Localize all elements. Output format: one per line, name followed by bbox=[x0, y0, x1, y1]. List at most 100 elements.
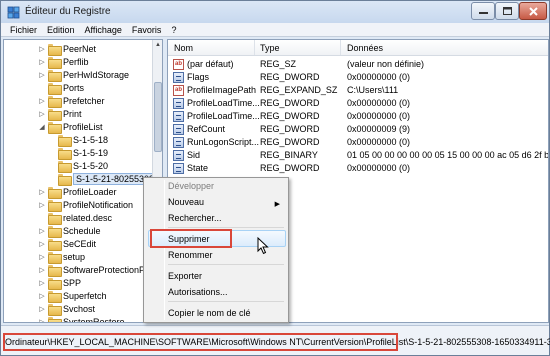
column-separator[interactable] bbox=[254, 40, 255, 55]
expand-toggle-icon[interactable]: ▷ bbox=[38, 305, 46, 313]
menu-item-exporter[interactable]: Exporter bbox=[168, 271, 202, 281]
tree-item[interactable]: ▷ SeCEdit bbox=[38, 237, 97, 251]
menu-bar: Fichier Edition Affichage Favoris ? bbox=[1, 23, 549, 37]
folder-icon bbox=[48, 316, 62, 322]
folder-icon bbox=[48, 199, 62, 212]
menu-gutter bbox=[164, 180, 165, 320]
menu-item-copier-nom[interactable]: Copier le nom de clé bbox=[168, 308, 251, 318]
menu-item-autorisations[interactable]: Autorisations... bbox=[168, 287, 228, 297]
tree-item[interactable]: related.desc bbox=[38, 211, 113, 225]
column-header-type[interactable]: Type bbox=[260, 43, 280, 53]
title-bar[interactable]: Éditeur du Registre bbox=[1, 1, 549, 23]
tree-item[interactable]: ▷ ProfileLoader bbox=[38, 185, 117, 199]
tree-item[interactable]: ▷ PerHwIdStorage bbox=[38, 68, 129, 82]
tree-item[interactable]: ▷ PeerNet bbox=[38, 42, 96, 56]
list-item[interactable]: State REG_DWORD 0x00000000 (0) bbox=[168, 162, 548, 175]
tree-item[interactable]: Ports bbox=[38, 81, 84, 95]
value-type: REG_SZ bbox=[260, 59, 297, 69]
list-item[interactable]: ProfileLoadTime... REG_DWORD 0x00000000 (0… bbox=[168, 97, 548, 110]
tree-item[interactable]: S-1-5-21-80255308 bbox=[48, 172, 158, 186]
expand-toggle-icon[interactable]: ▷ bbox=[38, 279, 46, 287]
tree-item[interactable]: S-1-5-20 bbox=[48, 159, 108, 173]
value-type: REG_BINARY bbox=[260, 150, 318, 160]
list-item[interactable]: Sid REG_BINARY 01 05 00 00 00 00 00 05 15 … bbox=[168, 149, 548, 162]
maximize-icon bbox=[502, 7, 512, 15]
expand-toggle-icon[interactable]: ▷ bbox=[38, 318, 46, 323]
maximize-button[interactable] bbox=[495, 2, 519, 20]
folder-icon bbox=[48, 121, 62, 134]
list-item[interactable]: RunLogonScript... REG_DWORD 0x00000000 (0) bbox=[168, 136, 548, 149]
tree-item[interactable]: ▷ Perflib bbox=[38, 55, 89, 69]
scroll-thumb[interactable] bbox=[154, 82, 162, 152]
expand-toggle-icon[interactable]: ▷ bbox=[38, 58, 46, 66]
expand-toggle-icon[interactable]: ▷ bbox=[38, 97, 46, 105]
expand-toggle-icon[interactable]: ▷ bbox=[38, 201, 46, 209]
list-item[interactable]: Flags REG_DWORD 0x00000000 (0) bbox=[168, 71, 548, 84]
tree-item[interactable]: ▷ ProfileNotification bbox=[38, 198, 134, 212]
expand-toggle-icon[interactable]: ▷ bbox=[38, 45, 46, 53]
expand-toggle-icon[interactable]: ▷ bbox=[38, 240, 46, 248]
value-type: REG_DWORD bbox=[260, 111, 320, 121]
menu-affichage[interactable]: Affichage bbox=[80, 25, 127, 35]
list-item[interactable]: ProfileLoadTime... REG_DWORD 0x00000000 (0… bbox=[168, 110, 548, 123]
expand-toggle-icon[interactable]: ▷ bbox=[38, 71, 46, 79]
tree-item-label: related.desc bbox=[63, 212, 113, 223]
folder-icon bbox=[48, 225, 62, 238]
value-name: ProfileLoadTime... bbox=[187, 98, 260, 108]
list-item[interactable]: ab (par défaut) REG_SZ (valeur non définie) bbox=[168, 58, 548, 71]
tree-item[interactable]: ▷ Prefetcher bbox=[38, 94, 105, 108]
key-tree-pane[interactable]: ▷ PeerNet ▷ Perflib ▷ PerHwIdStorage Ports ▷ Pre… bbox=[3, 39, 163, 323]
column-header-nom[interactable]: Nom bbox=[174, 43, 193, 53]
binary-value-icon bbox=[173, 124, 184, 135]
expand-toggle-icon[interactable]: ▷ bbox=[38, 227, 46, 235]
tree-item[interactable]: ▷ Schedule bbox=[38, 224, 101, 238]
minimize-button[interactable] bbox=[471, 2, 495, 20]
expand-toggle-icon[interactable]: ▷ bbox=[38, 292, 46, 300]
value-data: (valeur non définie) bbox=[347, 59, 425, 69]
menu-item-rechercher[interactable]: Rechercher... bbox=[168, 213, 222, 223]
tree-item[interactable]: ▷ SoftwareProtectionP bbox=[38, 263, 145, 277]
expand-toggle-icon[interactable]: ▷ bbox=[38, 110, 46, 118]
column-header-donnees[interactable]: Données bbox=[347, 43, 383, 53]
tree-item-label: setup bbox=[63, 251, 86, 262]
tree-item[interactable]: ▷ Svchost bbox=[38, 302, 95, 316]
close-button[interactable] bbox=[519, 2, 547, 20]
tree-item[interactable]: S-1-5-18 bbox=[48, 133, 108, 147]
tree-item[interactable]: S-1-5-19 bbox=[48, 146, 108, 160]
value-data: 0x00000000 (0) bbox=[347, 72, 411, 82]
tree-item[interactable]: ▷ setup bbox=[38, 250, 86, 264]
expand-toggle-icon[interactable]: ▷ bbox=[38, 188, 46, 196]
value-name: State bbox=[187, 163, 209, 173]
menu-help[interactable]: ? bbox=[166, 25, 181, 35]
tree-item-label: ProfileNotification bbox=[63, 199, 134, 210]
folder-icon bbox=[48, 303, 62, 316]
list-item[interactable]: ab ProfileImagePath REG_EXPAND_SZ C:\Users\… bbox=[168, 84, 548, 97]
tree-item[interactable]: ▷ Print bbox=[38, 107, 82, 121]
tree-item[interactable]: ◢ ProfileList bbox=[38, 120, 103, 134]
folder-icon bbox=[48, 251, 62, 264]
folder-icon bbox=[48, 238, 62, 251]
menu-item-nouveau[interactable]: Nouveau bbox=[168, 197, 204, 207]
menu-fichier[interactable]: Fichier bbox=[5, 25, 42, 35]
tree-item-label: SeCEdit bbox=[63, 238, 97, 249]
tree-item[interactable]: ▷ SPP bbox=[38, 276, 81, 290]
binary-value-icon bbox=[173, 150, 184, 161]
value-name: ProfileImagePath bbox=[187, 85, 257, 95]
menu-item-renommer[interactable]: Renommer bbox=[168, 250, 213, 260]
value-data: 0x00000000 (0) bbox=[347, 98, 411, 108]
scroll-up-icon[interactable]: ▲ bbox=[153, 40, 162, 50]
menu-edition[interactable]: Edition bbox=[42, 25, 80, 35]
list-item[interactable]: RefCount REG_DWORD 0x00000009 (9) bbox=[168, 123, 548, 136]
column-separator[interactable] bbox=[340, 40, 341, 55]
expand-toggle-icon[interactable]: ▷ bbox=[38, 266, 46, 274]
folder-icon bbox=[48, 186, 62, 199]
expand-toggle-icon[interactable]: ▷ bbox=[38, 253, 46, 261]
tree-item[interactable]: ▷ SystemRestore bbox=[38, 315, 125, 323]
menu-favoris[interactable]: Favoris bbox=[127, 25, 167, 35]
expand-toggle-icon[interactable]: ◢ bbox=[38, 123, 46, 131]
registry-editor-window: Éditeur du Registre Fichier Edition Affi… bbox=[0, 0, 550, 356]
tree-item[interactable]: ▷ Superfetch bbox=[38, 289, 107, 303]
folder-icon bbox=[48, 108, 62, 121]
